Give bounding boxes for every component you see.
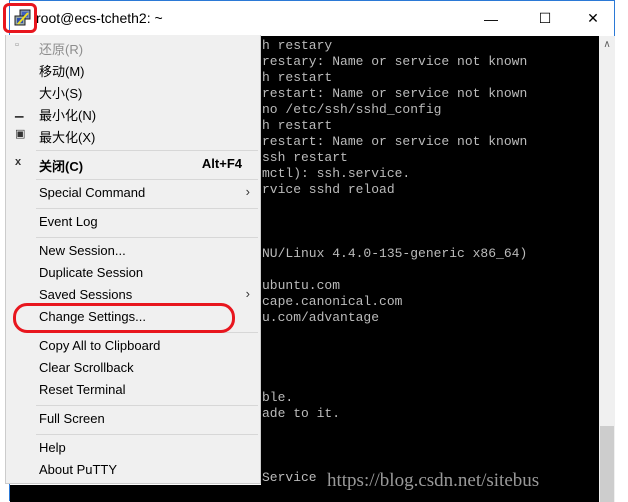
menu-item-full-screen[interactable]: Full Screen — [6, 408, 260, 430]
menu-item-label: Help — [39, 440, 66, 455]
maximize-icon: ☐ — [538, 10, 552, 26]
menu-separator — [36, 434, 258, 435]
terminal-line: restart: Name or service not known — [262, 134, 528, 149]
terminal-line: rvice sshd reload — [262, 182, 395, 197]
terminal-line: Service — [262, 470, 317, 485]
title-bar[interactable]: root@ecs-tcheth2: ~ — ☐ ✕ — [10, 1, 614, 36]
menu-item-label: 还原(R) — [39, 42, 84, 57]
menu-separator — [36, 179, 258, 180]
menu-item-label: Saved Sessions — [39, 287, 133, 302]
menu-item-event-log[interactable]: Event Log — [6, 211, 260, 233]
minimize-icon: — — [484, 10, 498, 27]
terminal-line: ade to it. — [262, 406, 341, 421]
menu-item-about-putty[interactable]: About PuTTY — [6, 459, 260, 481]
menu-item-label: Special Command — [39, 185, 146, 200]
chevron-right-icon: › — [245, 184, 250, 199]
terminal-line: ble. — [262, 390, 294, 405]
terminal-line: h restary — [262, 38, 333, 53]
terminal-line: ubuntu.com — [262, 278, 341, 293]
annotation-highlight-change-settings — [13, 303, 235, 333]
system-menu: ▫ 还原(R) 移动(M) 大小(S) ▁ 最小化(N) ▣ 最大化(X) x 关闭(C) Alt+… — [5, 35, 261, 484]
menu-item-label: Copy All to Clipboard — [39, 338, 161, 353]
menu-separator — [36, 405, 258, 406]
vertical-scrollbar[interactable]: ∧ — [599, 36, 615, 502]
terminal-output-bottom — [10, 485, 261, 502]
watermark: https://blog.csdn.net/sitebus — [327, 470, 540, 491]
scroll-up-icon[interactable]: ∧ — [599, 36, 615, 53]
close-icon: ✕ — [587, 10, 599, 26]
menu-item-label: 最大化(X) — [39, 130, 96, 145]
terminal-line: h restart — [262, 70, 333, 85]
maximize-icon: ▣ — [15, 128, 26, 140]
menu-separator — [36, 208, 258, 209]
terminal-line: no /etc/ssh/sshd_config — [262, 102, 442, 117]
menu-item-label: 移动(M) — [39, 64, 85, 79]
terminal-line: cape.canonical.com — [262, 294, 403, 309]
maximize-button[interactable]: ☐ — [522, 1, 568, 36]
menu-item-label: Full Screen — [39, 411, 105, 426]
terminal-line: mctl): ssh.service. — [262, 166, 411, 181]
scrollbar-thumb[interactable] — [600, 426, 614, 502]
terminal-line: NU/Linux 4.4.0-135-generic x86_64) — [262, 246, 528, 261]
menu-item-r[interactable]: ▫ 还原(R) — [6, 36, 260, 58]
annotation-highlight-icon — [3, 3, 37, 33]
terminal-line: restart: Name or service not known — [262, 86, 528, 101]
terminal-output[interactable]: h restary restary: Name or service not kn… — [261, 36, 599, 502]
close-button[interactable]: ✕ — [570, 1, 616, 36]
menu-item-label: Reset Terminal — [39, 382, 126, 397]
menu-item-reset-terminal[interactable]: Reset Terminal — [6, 379, 260, 401]
menu-item-label: Clear Scrollback — [39, 360, 134, 375]
menu-item-clear-scrollback[interactable]: Clear Scrollback — [6, 357, 260, 379]
menu-item-label: Duplicate Session — [39, 265, 144, 280]
terminal-line: u.com/advantage — [262, 310, 380, 325]
menu-item-help[interactable]: Help — [6, 437, 260, 459]
menu-item-new-session[interactable]: New Session... — [6, 240, 260, 262]
terminal-line: h restart — [262, 118, 333, 133]
menu-separator — [36, 237, 258, 238]
menu-item-m[interactable]: 移动(M) — [6, 58, 260, 80]
terminal-line: ssh restart — [262, 150, 348, 165]
menu-item-label: New Session... — [39, 243, 126, 258]
minimize-button[interactable]: — — [468, 1, 514, 36]
menu-item-s[interactable]: 大小(S) — [6, 80, 260, 102]
menu-item-x[interactable]: ▣ 最大化(X) — [6, 124, 260, 146]
menu-item-label: 最小化(N) — [39, 108, 97, 123]
close-icon: x — [15, 156, 22, 168]
chevron-right-icon: › — [245, 286, 250, 301]
menu-item-label: 关闭(C) — [39, 159, 84, 174]
minimize-icon: ▁ — [15, 106, 24, 118]
menu-item-n[interactable]: ▁ 最小化(N) — [6, 102, 260, 124]
menu-separator — [36, 150, 258, 151]
menu-item-label: About PuTTY — [39, 462, 118, 477]
restore-icon: ▫ — [15, 39, 19, 51]
menu-item-copy-all-to-clipboard[interactable]: Copy All to Clipboard — [6, 335, 260, 357]
shortcut-label: Alt+F4 — [201, 156, 242, 171]
menu-item-c[interactable]: x 关闭(C) Alt+F4 — [6, 153, 260, 175]
window-title: root@ecs-tcheth2: ~ — [36, 10, 163, 26]
menu-item-special-command[interactable]: Special Command › — [6, 182, 260, 204]
menu-item-label: Event Log — [39, 214, 98, 229]
menu-item-label: 大小(S) — [39, 86, 83, 101]
terminal-line: restary: Name or service not known — [262, 54, 528, 69]
menu-item-duplicate-session[interactable]: Duplicate Session — [6, 262, 260, 284]
